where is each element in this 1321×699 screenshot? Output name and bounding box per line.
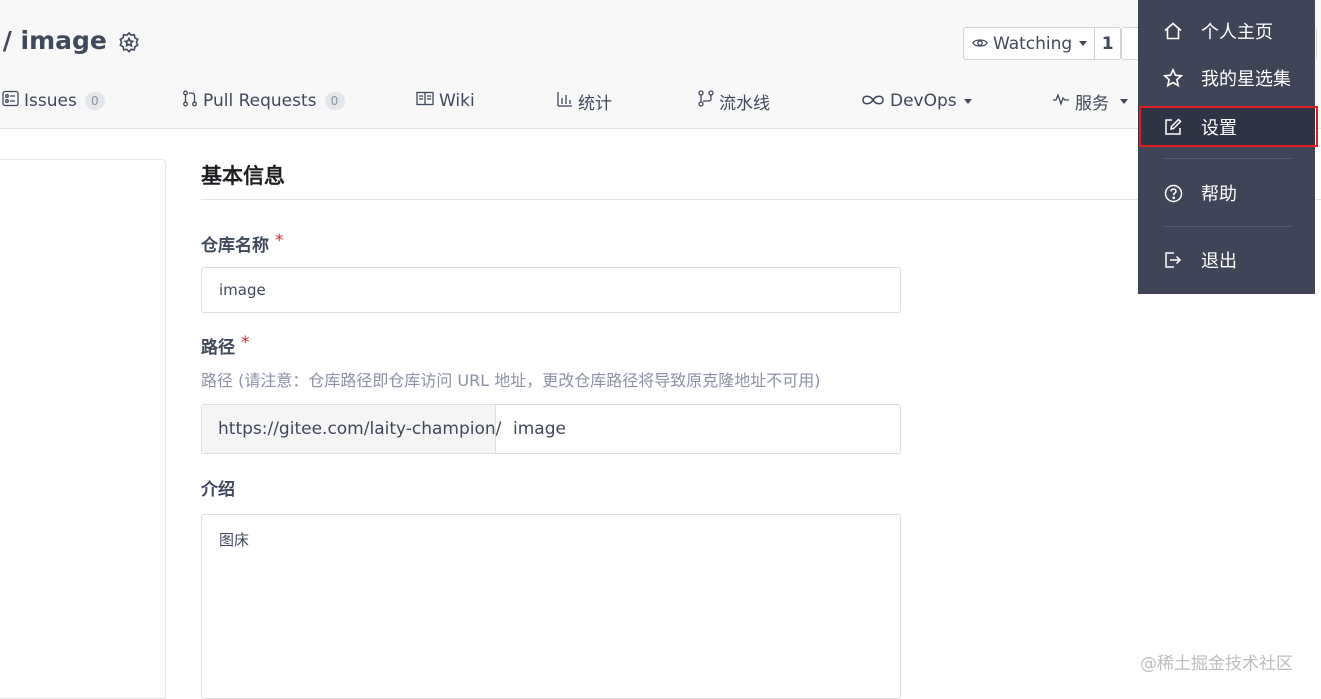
repo-name-label: 仓库名称 * — [201, 231, 284, 256]
repo-tabs: Issues 0 Pull Requests 0 Wiki 统计 流水线 Dev… — [0, 86, 1321, 116]
tab-devops[interactable]: DevOps — [861, 86, 972, 116]
help-icon — [1162, 182, 1184, 204]
pull-request-icon — [182, 90, 198, 112]
repo-title[interactable]: / image — [0, 26, 107, 55]
repo-name-input[interactable]: image — [201, 267, 901, 313]
label-text: 仓库名称 — [201, 236, 269, 256]
home-icon — [1162, 20, 1184, 42]
pulse-icon — [1052, 91, 1070, 111]
logout-icon — [1162, 249, 1184, 271]
wiki-icon — [416, 91, 434, 111]
watch-label: Watching — [993, 33, 1073, 54]
watch-count[interactable]: 1 — [1095, 27, 1122, 60]
tab-issues[interactable]: Issues 0 — [2, 86, 105, 116]
menu-item-label: 帮助 — [1201, 184, 1237, 205]
intro-textarea[interactable]: 图床 — [201, 514, 901, 699]
menu-item-stars[interactable]: 我的星选集 — [1138, 58, 1315, 98]
tab-label: Pull Requests — [203, 91, 317, 111]
path-label: 路径 * — [201, 333, 250, 358]
tab-label: 统计 — [578, 93, 612, 114]
label-text: 路径 — [201, 338, 235, 358]
tab-label: Issues — [24, 91, 77, 111]
menu-item-label: 个人主页 — [1201, 22, 1273, 43]
watermark: @稀土掘金技术社区 — [1140, 654, 1293, 674]
path-input-group: https://gitee.com/laity-champion/ image — [201, 404, 901, 454]
issues-icon — [2, 90, 19, 112]
tab-pull-requests[interactable]: Pull Requests 0 — [182, 86, 345, 116]
intro-label: 介绍 — [201, 480, 235, 500]
tab-stats[interactable]: 统计 — [557, 86, 612, 116]
tab-wiki[interactable]: Wiki — [416, 86, 475, 116]
menu-item-label: 退出 — [1201, 251, 1237, 272]
award-badge-icon[interactable] — [117, 31, 141, 55]
watch-button[interactable]: Watching — [963, 27, 1096, 60]
menu-item-help[interactable]: 帮助 — [1138, 173, 1315, 213]
pr-count-badge: 0 — [324, 92, 345, 110]
caret-down-icon — [1120, 98, 1128, 104]
section-title: 基本信息 — [201, 164, 285, 188]
path-prefix: https://gitee.com/laity-champion/ — [202, 405, 501, 453]
menu-item-label: 我的星选集 — [1201, 69, 1291, 90]
settings-sidebar — [0, 159, 166, 699]
required-mark: * — [275, 231, 284, 251]
tab-label: 服务 — [1075, 93, 1109, 114]
star-icon — [1162, 67, 1184, 89]
menu-item-logout[interactable]: 退出 — [1138, 240, 1315, 280]
tab-label: 流水线 — [719, 93, 770, 114]
path-input[interactable]: image — [496, 405, 900, 453]
eye-icon — [972, 34, 988, 54]
stats-icon — [557, 91, 573, 112]
tab-services[interactable]: 服务 — [1052, 86, 1128, 116]
tab-pipeline[interactable]: 流水线 — [698, 86, 770, 116]
caret-down-icon — [963, 98, 972, 104]
watch-group: Watching 1 — [963, 27, 1122, 60]
path-hint: 路径 (请注意：仓库路径即仓库访问 URL 地址，更改仓库路径将导致原克隆地址不… — [201, 371, 821, 390]
user-dropdown-menu: 个人主页 我的星选集 设置 帮助 退出 — [1138, 0, 1315, 294]
menu-divider — [1162, 226, 1292, 227]
infinity-icon — [861, 91, 885, 111]
repo-header: / image Watching 1 Issues 0 Pull Request… — [0, 0, 1321, 129]
pipeline-icon — [698, 90, 714, 112]
caret-down-icon — [1079, 41, 1088, 46]
menu-item-profile[interactable]: 个人主页 — [1138, 11, 1315, 51]
settings-highlight-box — [1139, 106, 1318, 147]
required-mark: * — [241, 333, 250, 353]
tab-label: DevOps — [890, 91, 957, 111]
tab-label: Wiki — [439, 91, 475, 111]
menu-divider — [1162, 158, 1292, 159]
issues-count-badge: 0 — [84, 92, 105, 110]
input-value: image — [219, 281, 266, 299]
